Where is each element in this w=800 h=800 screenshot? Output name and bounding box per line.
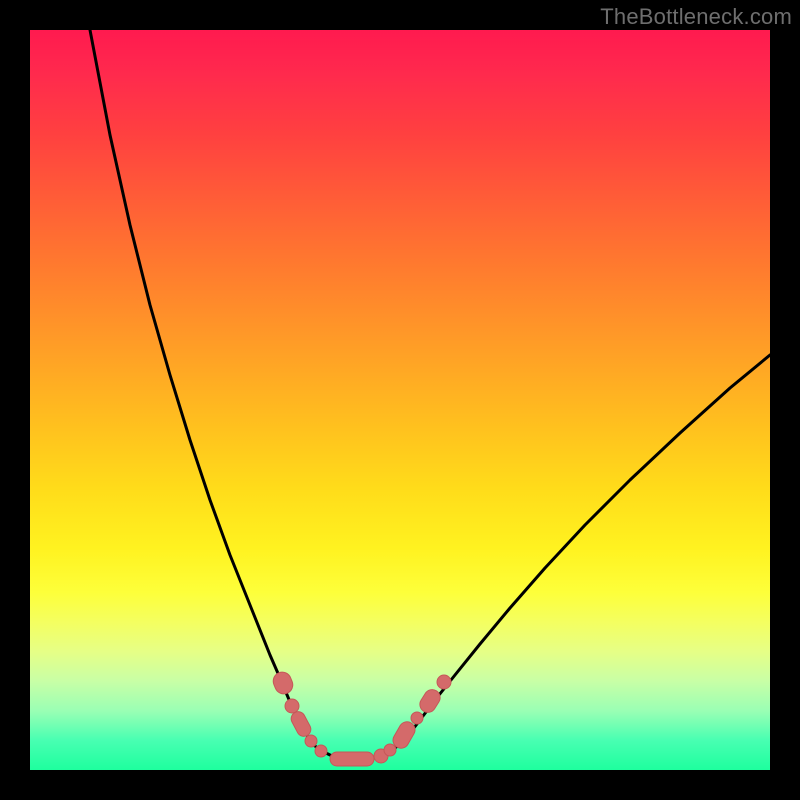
valley-marker: [315, 745, 327, 757]
valley-marker: [305, 735, 317, 747]
valley-marker: [289, 709, 314, 739]
watermark-text: TheBottleneck.com: [600, 4, 792, 30]
curve-svg: [30, 30, 770, 770]
valley-marker: [437, 675, 451, 689]
valley-marker: [384, 744, 396, 756]
valley-marker: [271, 669, 296, 696]
outer-frame: TheBottleneck.com: [0, 0, 800, 800]
plot-area: [30, 30, 770, 770]
valley-marker: [417, 687, 443, 716]
valley-marker: [285, 699, 299, 713]
curve-line: [90, 30, 770, 759]
valley-marker: [330, 752, 374, 766]
valley-markers: [271, 669, 451, 766]
valley-marker: [411, 712, 423, 724]
bottleneck-curve: [90, 30, 770, 759]
